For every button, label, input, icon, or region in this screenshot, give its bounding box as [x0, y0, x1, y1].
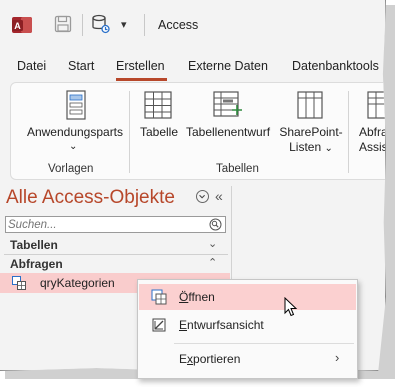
tab-start[interactable]: Start	[68, 59, 94, 73]
separator	[348, 91, 349, 173]
context-menu: Öffnen Entwurfsansicht Exportieren ›	[137, 279, 358, 379]
chevron-down-icon: ⌄	[324, 143, 333, 154]
query-icon	[12, 276, 26, 290]
label-post: portieren	[193, 352, 241, 366]
group-label-vorlagen: Vorlagen	[48, 163, 94, 175]
nav-search-field[interactable]	[5, 216, 226, 233]
separator	[144, 14, 145, 36]
menu-separator	[174, 343, 354, 344]
sharepoint-lists-label-line1: SharePoint-	[279, 125, 343, 139]
table-design-label: Tabellenentwurf	[185, 125, 271, 139]
query-wizard-label-line2: Assis	[359, 140, 386, 154]
table-design-icon	[213, 91, 242, 117]
expand-icon: ⌄	[208, 238, 218, 250]
ribbon: Anwendungsparts ⌄ Vorlagen Tabelle Tabel…	[10, 82, 386, 180]
database-connection-icon[interactable]	[90, 13, 112, 35]
open-icon	[151, 289, 167, 305]
accelerator-key: Ö	[179, 290, 189, 304]
query-wizard-label-line1: Abfra	[359, 125, 386, 139]
application-parts-button[interactable]: Anwendungsparts ⌄	[19, 87, 131, 157]
nav-group-label: Abfragen	[10, 257, 63, 271]
separator	[129, 91, 130, 173]
menu-item-design-view[interactable]: Entwurfsansicht	[139, 312, 356, 338]
label-post: ntwurfsansicht	[187, 318, 264, 332]
nav-group-tabellen[interactable]: Tabellen ⌄	[0, 236, 230, 254]
application-parts-label: Anwendungsparts	[26, 125, 124, 139]
label-post: ffnen	[188, 290, 215, 304]
access-logo-icon: A	[12, 17, 32, 33]
sharepoint-lists-icon	[297, 91, 323, 119]
application-parts-icon	[66, 90, 86, 120]
label-pre: E	[179, 352, 188, 366]
search-icon[interactable]	[209, 218, 222, 231]
query-wizard-button[interactable]: Abfra Assis	[357, 87, 386, 157]
table-icon	[144, 91, 172, 119]
active-tab-indicator	[116, 78, 167, 81]
save-icon[interactable]	[54, 15, 72, 33]
chevron-down-icon: ⌄	[69, 141, 78, 152]
sharepoint-lists-label-line2-wrap: Listen ⌄	[273, 140, 349, 156]
menu-item-open[interactable]: Öffnen	[139, 284, 356, 310]
menu-item-label: Entwurfsansicht	[179, 318, 264, 332]
tab-datei[interactable]: Datei	[17, 59, 46, 73]
tab-datenbanktools[interactable]: Datenbanktools	[292, 59, 379, 73]
nav-item-label: qryKategorien	[40, 276, 115, 290]
table-design-button[interactable]: Tabellenentwurf	[183, 87, 273, 157]
collapse-pane-icon[interactable]: «	[215, 188, 223, 204]
submenu-arrow-icon: ›	[335, 350, 340, 365]
search-input[interactable]	[8, 217, 198, 232]
svg-text:A: A	[14, 21, 21, 31]
query-wizard-icon	[367, 91, 385, 119]
window-title: Access	[158, 18, 199, 32]
tab-erstellen[interactable]: Erstellen	[116, 59, 165, 73]
customize-quick-access-icon[interactable]: ▾	[121, 18, 127, 31]
sharepoint-lists-label-line2: Listen	[289, 140, 322, 154]
tab-externe-daten[interactable]: Externe Daten	[188, 59, 268, 73]
group-label-tabellen: Tabellen	[216, 163, 259, 175]
nav-group-abfragen[interactable]: Abfragen ⌃	[0, 255, 230, 273]
menu-item-label: Öffnen	[179, 290, 215, 304]
nav-pane-title[interactable]: Alle Access-Objekte	[6, 187, 175, 209]
separator	[82, 14, 83, 36]
collapse-icon: ⌃	[208, 257, 218, 269]
table-button[interactable]: Tabelle	[139, 87, 179, 157]
mouse-cursor-icon	[284, 297, 298, 317]
title-bar: A ▾ Access	[0, 0, 385, 50]
nav-menu-dropdown-icon[interactable]	[196, 190, 209, 203]
accelerator-key: E	[179, 318, 188, 332]
nav-group-label: Tabellen	[10, 238, 58, 252]
menu-item-export[interactable]: Exportieren ›	[139, 346, 356, 372]
ribbon-tabs: Datei Start Erstellen Externe Daten Date…	[0, 56, 385, 81]
table-label: Tabelle	[139, 125, 179, 139]
menu-item-label: Exportieren	[179, 352, 240, 366]
sharepoint-lists-button[interactable]: SharePoint- Listen ⌄	[273, 87, 349, 157]
design-view-icon	[152, 318, 166, 332]
